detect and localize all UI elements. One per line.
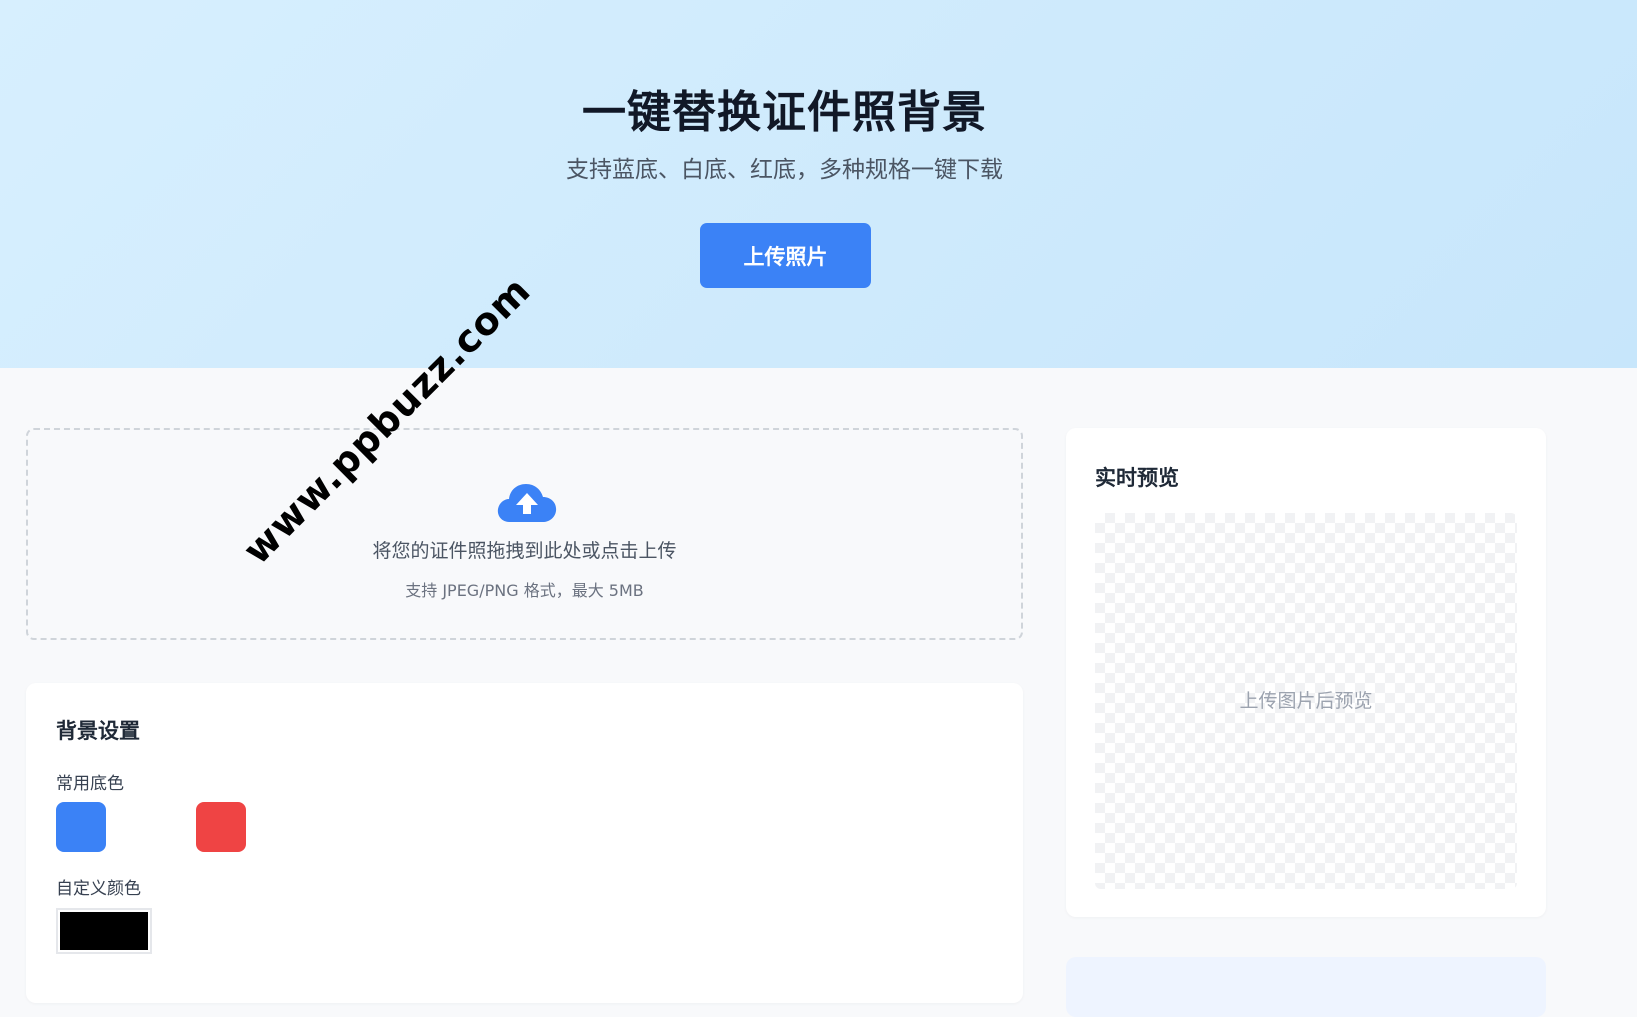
page-subtitle: 支持蓝底、白底、红底，多种规格一键下载 <box>566 157 1003 183</box>
swatch-blue[interactable] <box>56 802 106 852</box>
dropzone-hint: 支持 JPEG/PNG 格式，最大 5MB <box>405 581 644 600</box>
background-settings-title: 背景设置 <box>56 719 140 743</box>
custom-color-fill <box>60 912 148 950</box>
swatch-red[interactable] <box>196 802 246 852</box>
custom-color-label: 自定义颜色 <box>56 879 141 899</box>
common-colors-label: 常用底色 <box>56 774 124 794</box>
page-title: 一键替换证件照背景 <box>582 87 987 138</box>
hero-section: 一键替换证件照背景 支持蓝底、白底、红底，多种规格一键下载 上传照片 <box>0 0 1637 368</box>
upload-photo-button[interactable]: 上传照片 <box>700 223 871 288</box>
bottom-card <box>1066 957 1546 1017</box>
preview-title: 实时预览 <box>1095 466 1179 490</box>
cloud-upload-icon <box>497 484 557 522</box>
swatch-white[interactable] <box>126 802 176 852</box>
preview-card: 实时预览 上传图片后预览 <box>1066 428 1546 917</box>
preview-placeholder: 上传图片后预览 <box>1239 690 1373 712</box>
background-settings-card: 背景设置 常用底色 自定义颜色 <box>26 683 1023 1003</box>
custom-color-picker[interactable] <box>56 908 152 954</box>
upload-dropzone[interactable]: 将您的证件照拖拽到此处或点击上传 支持 JPEG/PNG 格式，最大 5MB <box>26 428 1023 640</box>
dropzone-text: 将您的证件照拖拽到此处或点击上传 <box>372 540 677 562</box>
preview-canvas: 上传图片后预览 <box>1095 513 1517 889</box>
